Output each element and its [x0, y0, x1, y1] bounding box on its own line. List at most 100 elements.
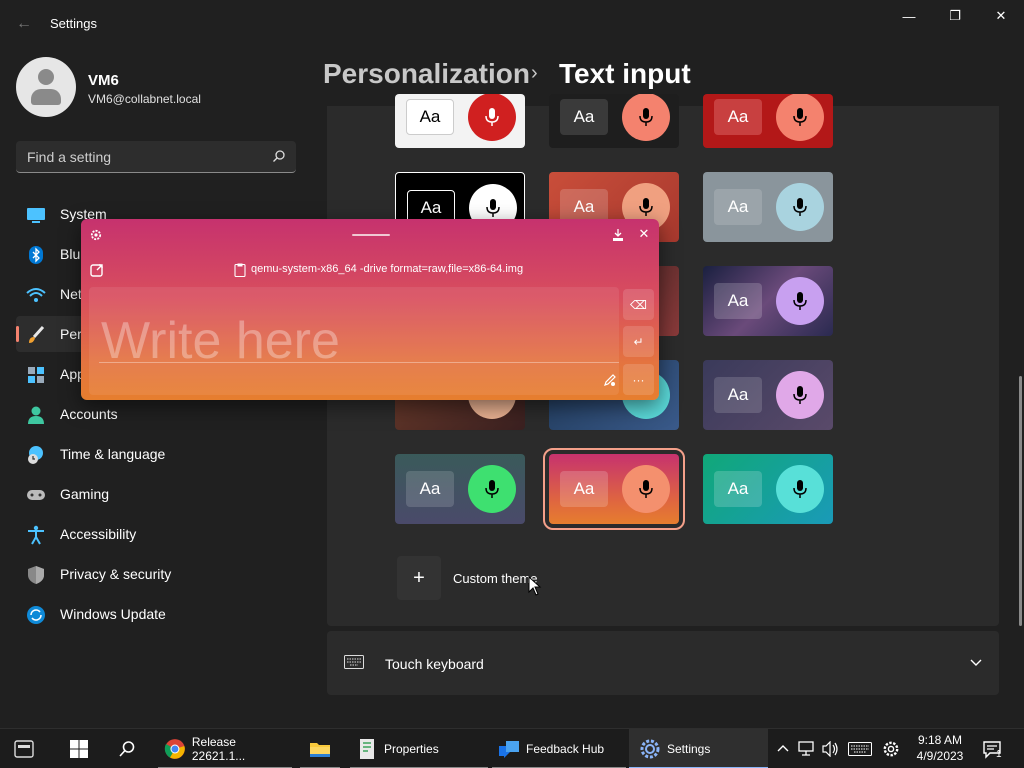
theme-aa-preview: Aa: [714, 471, 762, 507]
avatar[interactable]: [16, 57, 76, 117]
taskbar-app-settings[interactable]: Settings: [629, 729, 768, 768]
notification-count: 1: [996, 749, 1002, 760]
search-input[interactable]: Find a setting: [16, 141, 296, 173]
volume-icon[interactable]: [822, 741, 840, 757]
clock[interactable]: 9:18 AM 4/9/2023: [912, 732, 968, 764]
taskbar-app-feedback-hub[interactable]: Feedback Hub: [492, 729, 626, 768]
breadcrumb-parent[interactable]: Personalization: [323, 58, 530, 90]
sidebar-item-accessibility[interactable]: Accessibility: [16, 516, 306, 552]
theme-aa-preview: Aa: [560, 99, 608, 135]
writing-baseline: [99, 362, 619, 363]
widgets-button[interactable]: [14, 729, 38, 768]
microphone-icon: [622, 465, 670, 513]
clipboard-suggestion[interactable]: qemu-system-x86_64 -drive format=raw,fil…: [251, 263, 523, 275]
more-options-button[interactable]: ···: [623, 364, 654, 395]
feedback-hub-icon: [499, 741, 519, 758]
theme-aa-preview: Aa: [714, 283, 762, 319]
backspace-button[interactable]: ⌫: [623, 289, 654, 320]
sidebar-item-label: Windows Update: [60, 606, 166, 622]
taskbar-app-chrome[interactable]: Release 22621.1...: [158, 729, 292, 768]
theme-tile-selected[interactable]: Aa: [543, 448, 685, 530]
close-icon[interactable]: ✕: [637, 226, 651, 241]
gear-icon[interactable]: [89, 228, 103, 242]
sidebar-item-label: Time & language: [60, 446, 166, 462]
windows-logo-icon: [70, 740, 88, 758]
theme-tile[interactable]: Aa: [703, 454, 833, 524]
chevron-down-icon: [970, 659, 982, 666]
touch-keyboard-label: Touch keyboard: [385, 656, 484, 672]
microphone-icon: [468, 465, 516, 513]
taskbar-app-file-explorer[interactable]: [300, 729, 340, 768]
theme-aa-preview: Aa: [406, 99, 454, 135]
add-custom-theme-button[interactable]: +: [397, 556, 441, 600]
sidebar-item-accounts[interactable]: Accounts: [16, 396, 306, 432]
avatar-body: [31, 89, 61, 105]
back-button[interactable]: ←: [12, 12, 36, 36]
notification-center-button[interactable]: 1: [982, 729, 1006, 768]
sidebar-item-gaming[interactable]: Gaming: [16, 476, 306, 512]
handwriting-canvas[interactable]: Write here: [89, 287, 619, 395]
sidebar-item-windows-update[interactable]: Windows Update: [16, 596, 306, 632]
widgets-icon: [14, 740, 34, 758]
sidebar-item-time-language[interactable]: Time & language: [16, 436, 306, 472]
apps-icon: [28, 367, 44, 383]
minimize-button[interactable]: —: [886, 0, 932, 32]
enter-button[interactable]: ↵: [623, 326, 654, 357]
clipboard-icon[interactable]: [90, 263, 104, 277]
pen-icon[interactable]: [603, 373, 617, 387]
gear-icon[interactable]: [882, 740, 900, 758]
start-button[interactable]: [70, 729, 92, 768]
gamepad-icon: [27, 490, 45, 500]
theme-tile[interactable]: Aa: [549, 94, 679, 148]
theme-tile[interactable]: Aa: [703, 172, 833, 242]
maximize-button[interactable]: ❐: [932, 0, 978, 32]
brush-icon: [29, 325, 45, 343]
network-icon: [26, 288, 46, 302]
update-icon: [27, 606, 45, 624]
taskbar-app-label: Release 22621.1...: [191, 735, 246, 763]
theme-aa-preview: Aa: [714, 99, 762, 135]
microphone-icon: [622, 94, 670, 141]
clipboard-item-icon: [234, 263, 246, 277]
sidebar-item-label: Privacy & security: [60, 566, 172, 582]
sidebar-item-label: Gaming: [60, 486, 110, 502]
handwriting-panel[interactable]: ✕ qemu-system-x86_64 -drive format=raw,f…: [81, 219, 659, 400]
keyboard-icon: [344, 655, 364, 669]
theme-tile[interactable]: Aa: [703, 266, 833, 336]
microphone-icon: [776, 277, 824, 325]
close-button[interactable]: ✕: [978, 0, 1024, 32]
touch-keyboard-tray-icon[interactable]: [848, 741, 872, 757]
taskbar-search-button[interactable]: [118, 729, 140, 768]
breadcrumb-separator: ›: [531, 62, 538, 84]
app-title: Settings: [50, 16, 97, 31]
sidebar-item-label: Accounts: [60, 406, 118, 422]
system-tray: [776, 729, 900, 768]
microphone-icon: [468, 94, 516, 141]
taskbar-app-label: Settings: [667, 742, 711, 756]
dock-icon[interactable]: [611, 228, 625, 242]
network-wired-icon[interactable]: [798, 741, 816, 757]
microphone-icon: [776, 465, 824, 513]
sidebar-item-privacy[interactable]: Privacy & security: [16, 556, 306, 592]
theme-tile[interactable]: Aa: [703, 360, 833, 430]
theme-aa-preview: Aa: [714, 377, 762, 413]
chevron-up-icon[interactable]: [776, 742, 790, 756]
sidebar-item-label: Accessibility: [60, 526, 137, 542]
drag-handle[interactable]: [352, 234, 390, 236]
taskbar-app-properties[interactable]: Properties: [350, 729, 488, 768]
touch-keyboard-row[interactable]: Touch keyboard: [327, 631, 999, 695]
theme-tile[interactable]: Aa: [703, 94, 833, 148]
theme-tile[interactable]: Aa: [395, 94, 525, 148]
theme-tile[interactable]: Aa: [395, 454, 525, 524]
title-bar: ← Settings — ❐ ✕: [0, 0, 1024, 48]
properties-icon: [360, 739, 374, 759]
chrome-icon: [164, 739, 185, 759]
sidebar-item-label: Net: [60, 286, 82, 302]
custom-theme-label[interactable]: Custom theme: [453, 571, 538, 586]
microphone-icon: [776, 94, 824, 141]
scrollbar[interactable]: [1019, 376, 1022, 626]
person-icon: [28, 406, 44, 424]
mouse-cursor-icon: [528, 576, 542, 596]
shield-icon: [28, 566, 44, 584]
file-explorer-icon: [310, 743, 330, 757]
